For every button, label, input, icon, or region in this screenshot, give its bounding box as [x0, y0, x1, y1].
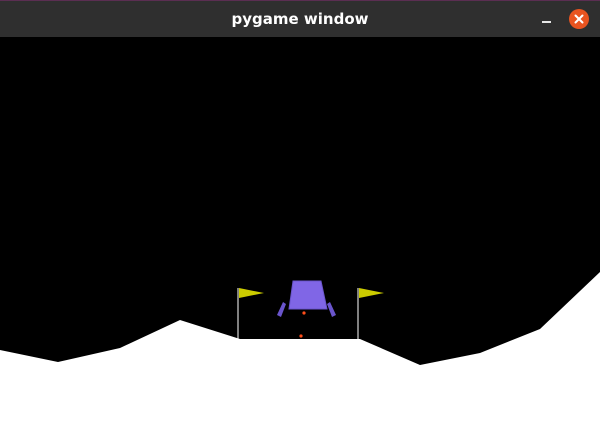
lander-body [288, 280, 328, 310]
close-button[interactable] [569, 9, 589, 29]
game-canvas[interactable] [0, 37, 600, 437]
pygame-window: pygame window [0, 0, 600, 437]
minimize-icon [542, 21, 551, 23]
window-title: pygame window [231, 10, 369, 28]
title-bar[interactable]: pygame window [0, 0, 600, 37]
lunar-lander-scene [0, 37, 600, 437]
engine-particle [299, 334, 303, 338]
close-icon [574, 14, 584, 24]
minimize-button[interactable] [536, 9, 556, 29]
engine-particle [302, 311, 306, 315]
